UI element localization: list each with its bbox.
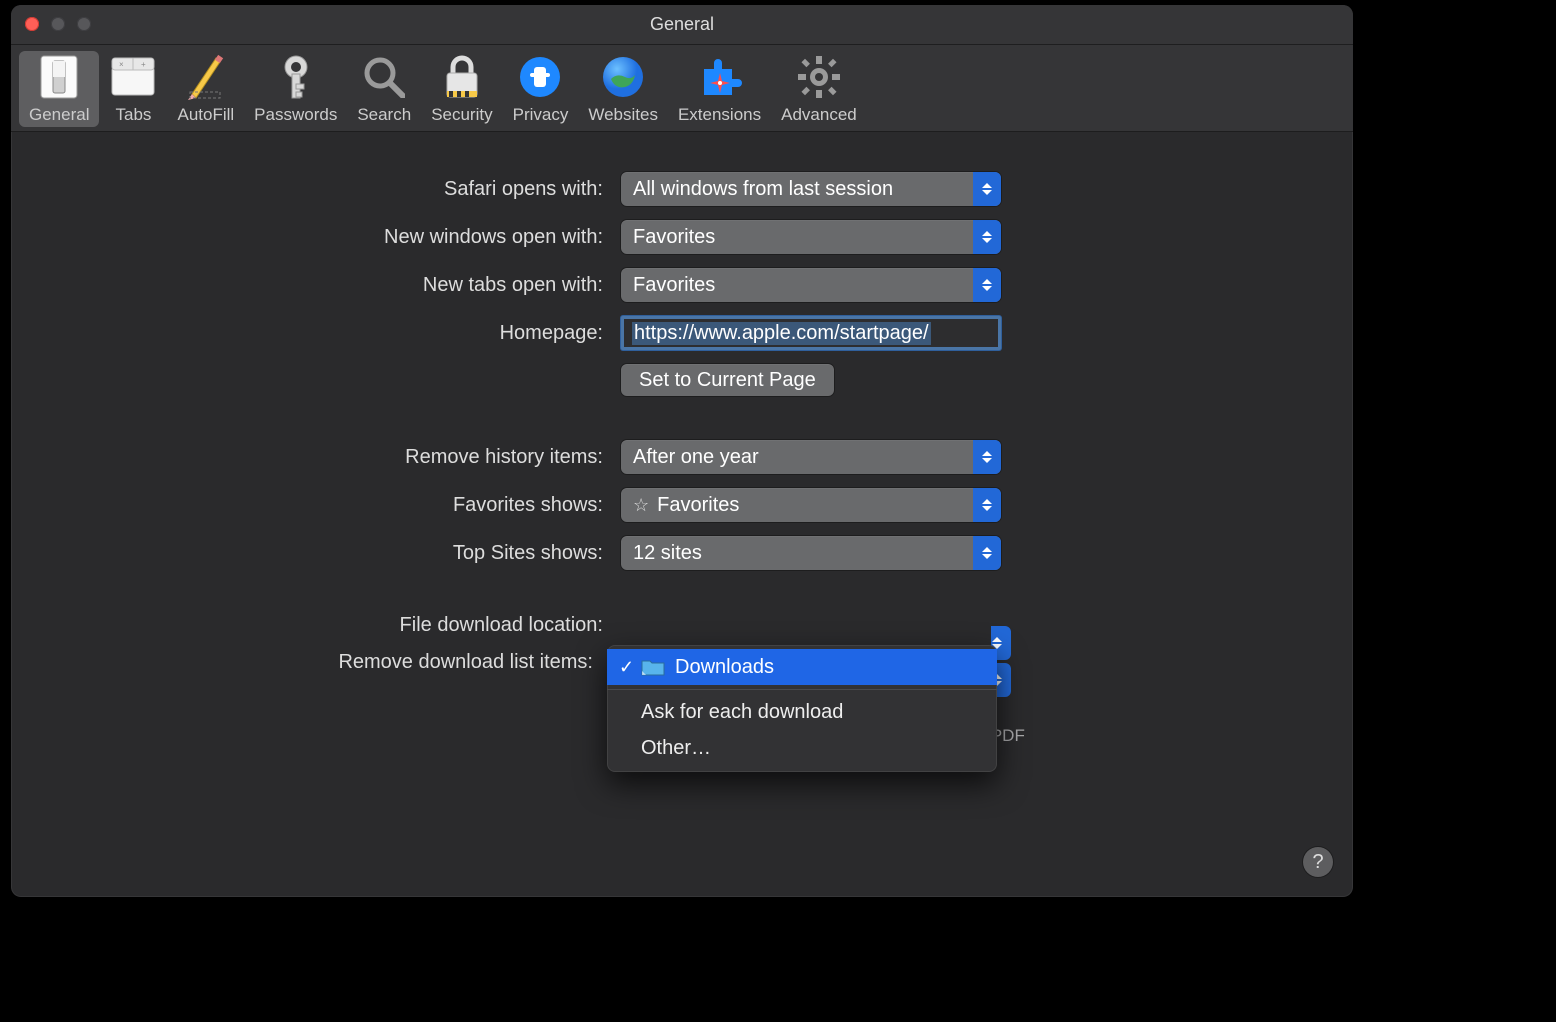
- tabs-icon: × +: [109, 53, 157, 101]
- minimize-window-button[interactable]: [51, 17, 65, 31]
- tab-label: Security: [431, 105, 492, 125]
- websites-icon: [599, 53, 647, 101]
- tab-label: Extensions: [678, 105, 761, 125]
- tab-label: Search: [357, 105, 411, 125]
- help-button[interactable]: ?: [1303, 847, 1333, 877]
- folder-icon: [641, 658, 665, 676]
- zoom-window-button[interactable]: [77, 17, 91, 31]
- tab-search[interactable]: Search: [347, 51, 421, 127]
- stepper-arrows-icon: [973, 536, 1001, 570]
- svg-text:+: +: [141, 60, 146, 69]
- label-new-tabs-open-with: New tabs open with:: [51, 274, 621, 297]
- menu-item-label: Ask for each download: [641, 701, 843, 724]
- select-new-windows-open-with[interactable]: Favorites: [621, 220, 1001, 254]
- window-title: General: [650, 14, 714, 35]
- tab-label: Websites: [588, 105, 658, 125]
- preferences-toolbar: General × + Tabs: [11, 45, 1353, 132]
- tab-privacy[interactable]: Privacy: [503, 51, 579, 127]
- label-file-download-location: File download location:: [51, 614, 621, 637]
- stepper-arrows-icon: [973, 220, 1001, 254]
- tab-label: Passwords: [254, 105, 337, 125]
- input-value: https://www.apple.com/startpage/: [632, 322, 931, 345]
- passwords-icon: [272, 53, 320, 101]
- menu-separator: [607, 689, 997, 690]
- tab-label: Tabs: [116, 105, 152, 125]
- select-remove-history-items[interactable]: After one year: [621, 440, 1001, 474]
- select-new-tabs-open-with[interactable]: Favorites: [621, 268, 1001, 302]
- menu-file-download-location[interactable]: ✓ Downloads Ask for each download Other…: [607, 645, 997, 772]
- star-icon: ☆: [633, 495, 649, 516]
- select-value: All windows from last session: [633, 178, 893, 201]
- tab-passwords[interactable]: Passwords: [244, 51, 347, 127]
- label-favorites-shows: Favorites shows:: [51, 494, 621, 517]
- titlebar: General: [11, 5, 1353, 45]
- stepper-arrows-icon: [973, 172, 1001, 206]
- label-remove-download-list-items: Remove download list items:: [51, 651, 621, 674]
- label-safari-opens-with: Safari opens with:: [51, 178, 621, 201]
- label-top-sites-shows: Top Sites shows:: [51, 542, 621, 565]
- tab-websites[interactable]: Websites: [578, 51, 668, 127]
- tab-label: General: [29, 105, 89, 125]
- autofill-icon: [182, 53, 230, 101]
- search-icon: [360, 53, 408, 101]
- select-safari-opens-with[interactable]: All windows from last session: [621, 172, 1001, 206]
- tab-tabs[interactable]: × + Tabs: [99, 51, 167, 127]
- menu-item-label: Other…: [641, 737, 711, 760]
- privacy-icon: [516, 53, 564, 101]
- select-value: Favorites: [633, 226, 715, 249]
- select-value: Favorites: [633, 274, 715, 297]
- tab-extensions[interactable]: Extensions: [668, 51, 771, 127]
- tab-label: Advanced: [781, 105, 857, 125]
- tab-label: Privacy: [513, 105, 569, 125]
- select-top-sites-shows[interactable]: 12 sites: [621, 536, 1001, 570]
- select-value: 12 sites: [633, 542, 702, 565]
- extensions-icon: [696, 53, 744, 101]
- select-value: After one year: [633, 446, 759, 469]
- help-icon: ?: [1312, 851, 1323, 874]
- tab-security[interactable]: Security: [421, 51, 502, 127]
- button-set-to-current-page[interactable]: Set to Current Page: [621, 364, 834, 396]
- menu-item-other[interactable]: Other…: [607, 730, 997, 766]
- security-icon: [438, 53, 486, 101]
- menu-item-label: Downloads: [675, 656, 774, 679]
- general-icon: [35, 53, 83, 101]
- label-homepage: Homepage:: [51, 322, 621, 345]
- label-new-windows-open-with: New windows open with:: [51, 226, 621, 249]
- stepper-arrows-icon: [973, 268, 1001, 302]
- window-controls: [25, 17, 91, 31]
- preferences-window: General General × +: [11, 5, 1353, 897]
- svg-text:×: ×: [119, 60, 124, 69]
- select-value: Favorites: [657, 494, 739, 517]
- input-homepage[interactable]: https://www.apple.com/startpage/: [621, 316, 1001, 350]
- stepper-arrows-icon: [973, 440, 1001, 474]
- menu-item-ask-each-download[interactable]: Ask for each download: [607, 694, 997, 730]
- stepper-arrows-icon: [973, 488, 1001, 522]
- select-favorites-shows[interactable]: ☆ Favorites: [621, 488, 1001, 522]
- tab-autofill[interactable]: AutoFill: [167, 51, 244, 127]
- tab-label: AutoFill: [177, 105, 234, 125]
- close-window-button[interactable]: [25, 17, 39, 31]
- label-remove-history-items: Remove history items:: [51, 446, 621, 469]
- tab-advanced[interactable]: Advanced: [771, 51, 867, 127]
- menu-item-downloads[interactable]: ✓ Downloads: [607, 649, 997, 685]
- checkmark-icon: ✓: [619, 657, 641, 678]
- advanced-icon: [795, 53, 843, 101]
- tab-general[interactable]: General: [19, 51, 99, 127]
